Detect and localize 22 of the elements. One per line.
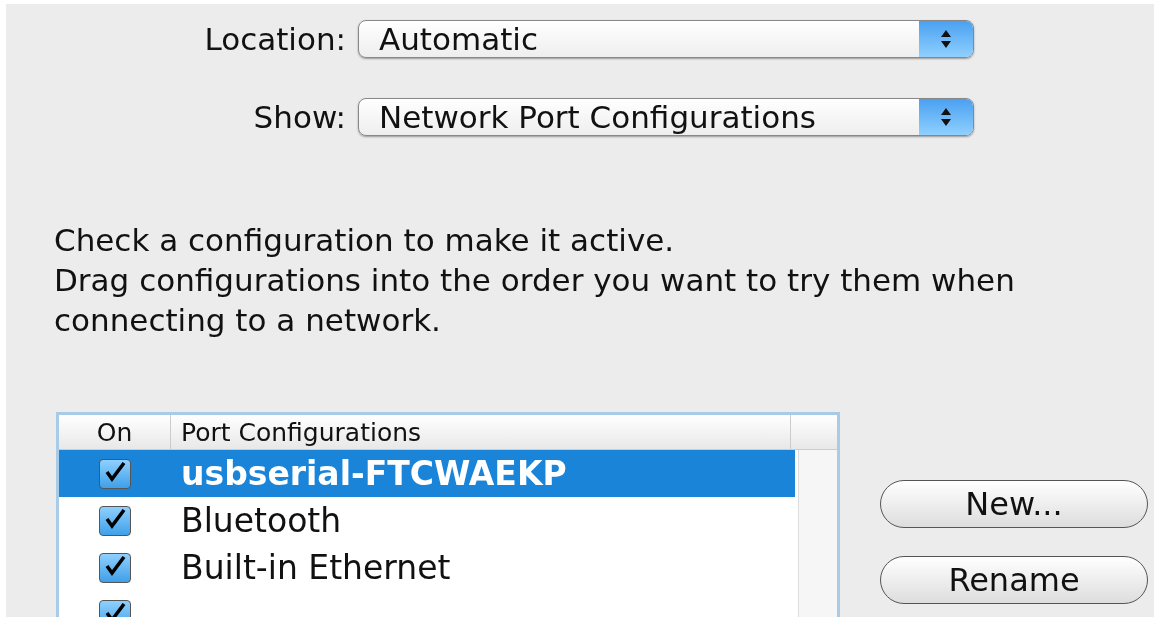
instruction-text: Drag configurations into the order you want to try them when connecting to a network. [54,261,1016,340]
column-header[interactable]: On [59,415,171,449]
port-name: usbserial-FTCWAEKP [180,454,568,493]
stepper-arrows-icon [919,99,973,135]
popup-menu[interactable]: Automatic [358,20,974,58]
checkbox[interactable] [99,458,131,489]
table-row[interactable]: Built-in Ethernet [59,544,795,591]
port-name: Bluetooth [180,501,343,540]
push-button[interactable]: Rename [880,556,1148,604]
checkbox[interactable] [99,552,131,583]
popup-label: Location: [203,21,346,57]
push-button[interactable]: New... [880,480,1148,528]
popup-menu[interactable]: Network Port Configurations [358,98,974,136]
port-name: Built-in Ethernet [180,548,452,587]
checkbox[interactable] [99,505,131,536]
column-header[interactable]: Port Configurations [171,415,791,449]
scroll-track[interactable] [798,450,837,617]
table-row[interactable]: usbserial-FTCWAEKP [59,450,795,497]
stepper-arrows-icon [919,21,973,57]
table-row[interactable]: Bluetooth [59,497,795,544]
instruction-text: Check a configuration to make it active. [54,221,676,260]
popup-label: Show: [252,99,346,135]
